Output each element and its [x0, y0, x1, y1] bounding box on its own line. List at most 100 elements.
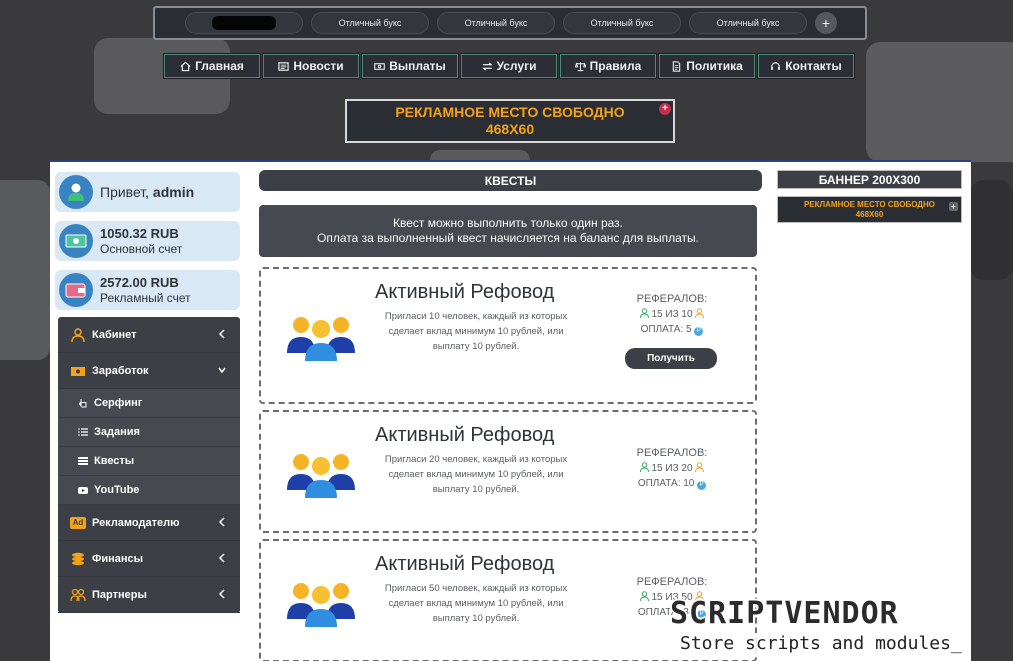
sidebar-item-label: Рекламодателю — [92, 516, 180, 529]
quest-title: Активный Рефовод — [375, 553, 555, 575]
user-icon — [71, 327, 85, 342]
sidebar-item-advertiser[interactable]: Ad Рекламодателю — [58, 505, 240, 541]
exchange-icon — [482, 61, 493, 71]
users-group-icon — [287, 583, 355, 627]
bars-icon — [78, 457, 88, 465]
nav-home[interactable]: Главная — [163, 53, 261, 79]
nav-label: Политика — [686, 59, 743, 73]
referrals-progress: 15 ИЗ 10 — [617, 307, 727, 322]
nav-label: Правила — [589, 59, 642, 73]
ad-add-button[interactable]: + — [659, 103, 671, 115]
ad-banner-line2: 468X60 — [485, 121, 535, 137]
nav-rules[interactable]: Правила — [559, 53, 657, 79]
add-tab-button[interactable]: + — [815, 12, 837, 34]
sidebar-subitem-surfing[interactable]: Серфинг — [58, 389, 240, 418]
watermark-subtitle: Store scripts and modules_ — [678, 633, 964, 654]
sidebar-subitem-tasks[interactable]: Задания — [58, 418, 240, 447]
money-hand-icon — [71, 366, 85, 376]
quest-description: Пригласи 20 человек, каждый из которых с… — [384, 454, 568, 495]
user-green-icon — [639, 591, 649, 601]
top-tab[interactable]: Отличный букс — [437, 12, 555, 34]
sidebar-item-cabinet[interactable]: Кабинет — [58, 317, 240, 353]
wallet-icon-circle — [59, 273, 93, 307]
background-shape — [0, 180, 50, 360]
sidebar-subitem-quests[interactable]: Квесты — [58, 447, 240, 476]
top-tabs-bar: Отличный букс Отличный букс Отличный бук… — [153, 6, 867, 40]
progress-text: 15 ИЗ 20 — [651, 463, 693, 474]
referrals-label: РЕФЕРАЛОВ: — [636, 447, 708, 459]
main-balance-card: 1050.32 RUB Основной счет — [55, 221, 240, 261]
redaction-block — [212, 16, 276, 30]
nav-label: Услуги — [496, 59, 537, 73]
quest-payment: ОПЛАТА: 10 P — [617, 476, 727, 491]
page-title: КВЕСТЫ — [259, 170, 762, 191]
ad-balance-card: 2572.00 RUB Рекламный счет — [55, 270, 240, 310]
main-balance: 1050.32 RUB Основной счет — [100, 226, 182, 257]
coins-icon — [72, 552, 84, 565]
wallet-icon — [65, 283, 86, 298]
sidebar-item-label: YouTube — [94, 484, 140, 496]
nav-payouts[interactable]: Выплаты — [361, 53, 459, 79]
sidebar-item-finance[interactable]: Финансы — [58, 541, 240, 577]
greeting: Привет, admin — [100, 184, 194, 200]
youtube-icon — [78, 487, 88, 494]
notice-line: Оплата за выполненный квест начисляется … — [317, 231, 699, 245]
nav-label: Контакты — [785, 59, 842, 73]
sidebar-item-label: Кабинет — [92, 328, 137, 341]
users-icon — [70, 588, 86, 601]
top-tab[interactable]: Отличный букс — [311, 12, 429, 34]
notice-line: Квест можно выполнить только один раз. — [392, 216, 624, 230]
referrals-label: РЕФЕРАЛОВ: — [636, 576, 708, 588]
nav-label: Главная — [195, 59, 244, 73]
referrals-label: РЕФЕРАЛОВ: — [636, 293, 708, 305]
sidebar-item-label: Партнеры — [92, 588, 147, 601]
chevron-left-icon — [218, 553, 225, 563]
user-green-icon — [639, 462, 649, 472]
main-balance-amount: 1050.32 RUB — [100, 225, 179, 241]
main-panel: Привет, admin 1050.32 RUB Основной счет … — [50, 160, 971, 661]
ad-balance-label: Рекламный счет — [100, 290, 191, 305]
top-tab-redacted[interactable] — [185, 12, 303, 34]
claim-button[interactable]: Получить — [625, 348, 717, 369]
user-name: admin — [152, 184, 195, 200]
user-orange-icon — [695, 308, 705, 318]
ad-balance: 2572.00 RUB Рекламный счет — [100, 275, 191, 306]
money-icon — [374, 62, 385, 70]
side-ad-banner[interactable]: РЕКЛАМНОЕ МЕСТО СВОБОДНО 468X60 + — [777, 196, 962, 223]
main-nav: Главная Новости Выплаты Услуги Правила П… — [163, 53, 855, 79]
quest-card: Активный Рефовод Пригласи 10 человек, ка… — [259, 267, 757, 404]
users-group-icon — [287, 317, 355, 361]
top-tab[interactable]: Отличный букс — [689, 12, 807, 34]
user-green-icon — [639, 308, 649, 318]
avatar — [59, 175, 93, 209]
quest-card: Активный Рефовод Пригласи 20 человек, ка… — [259, 410, 757, 533]
referrals-progress: 15 ИЗ 20 — [617, 461, 727, 476]
nav-services[interactable]: Услуги — [460, 53, 558, 79]
nav-news[interactable]: Новости — [262, 53, 360, 79]
nav-policy[interactable]: Политика — [658, 53, 756, 79]
newspaper-icon — [278, 61, 289, 71]
chevron-left-icon — [218, 517, 225, 527]
progress-text: 15 ИЗ 10 — [651, 309, 693, 320]
sidebar-item-label: Квесты — [94, 455, 135, 467]
quest-description: Пригласи 50 человек, каждый из которых с… — [384, 583, 568, 624]
nav-contacts[interactable]: Контакты — [757, 53, 855, 79]
watermark-title: SCRIPTVENDOR — [670, 596, 899, 631]
coin-icon: P — [694, 327, 704, 336]
payment-text: ОПЛАТА: 10 — [637, 478, 695, 489]
sidebar-item-label: Финансы — [92, 552, 144, 565]
hand-pointer-icon — [78, 399, 87, 408]
scales-icon — [574, 61, 586, 71]
background-shape — [970, 180, 1013, 280]
sidebar-item-earnings[interactable]: Заработок — [58, 353, 240, 389]
sidebar-item-label: Задания — [94, 426, 140, 438]
sidebar-subitem-youtube[interactable]: YouTube — [58, 476, 240, 505]
sidebar-item-partners[interactable]: Партнеры — [58, 577, 240, 613]
top-tab[interactable]: Отличный букс — [563, 12, 681, 34]
banner-title: БАННЕР 200Х300 — [777, 170, 962, 189]
quest-stats: РЕФЕРАЛОВ: 15 ИЗ 20 ОПЛАТА: 10 P — [617, 446, 727, 491]
list-icon — [78, 428, 88, 436]
ad-banner-line1: РЕКЛАМНОЕ МЕСТО СВОБОДНО — [395, 104, 625, 120]
ad-banner[interactable]: РЕКЛАМНОЕ МЕСТО СВОБОДНО 468X60 + — [345, 99, 675, 143]
side-ad-add-button[interactable]: + — [949, 202, 958, 211]
